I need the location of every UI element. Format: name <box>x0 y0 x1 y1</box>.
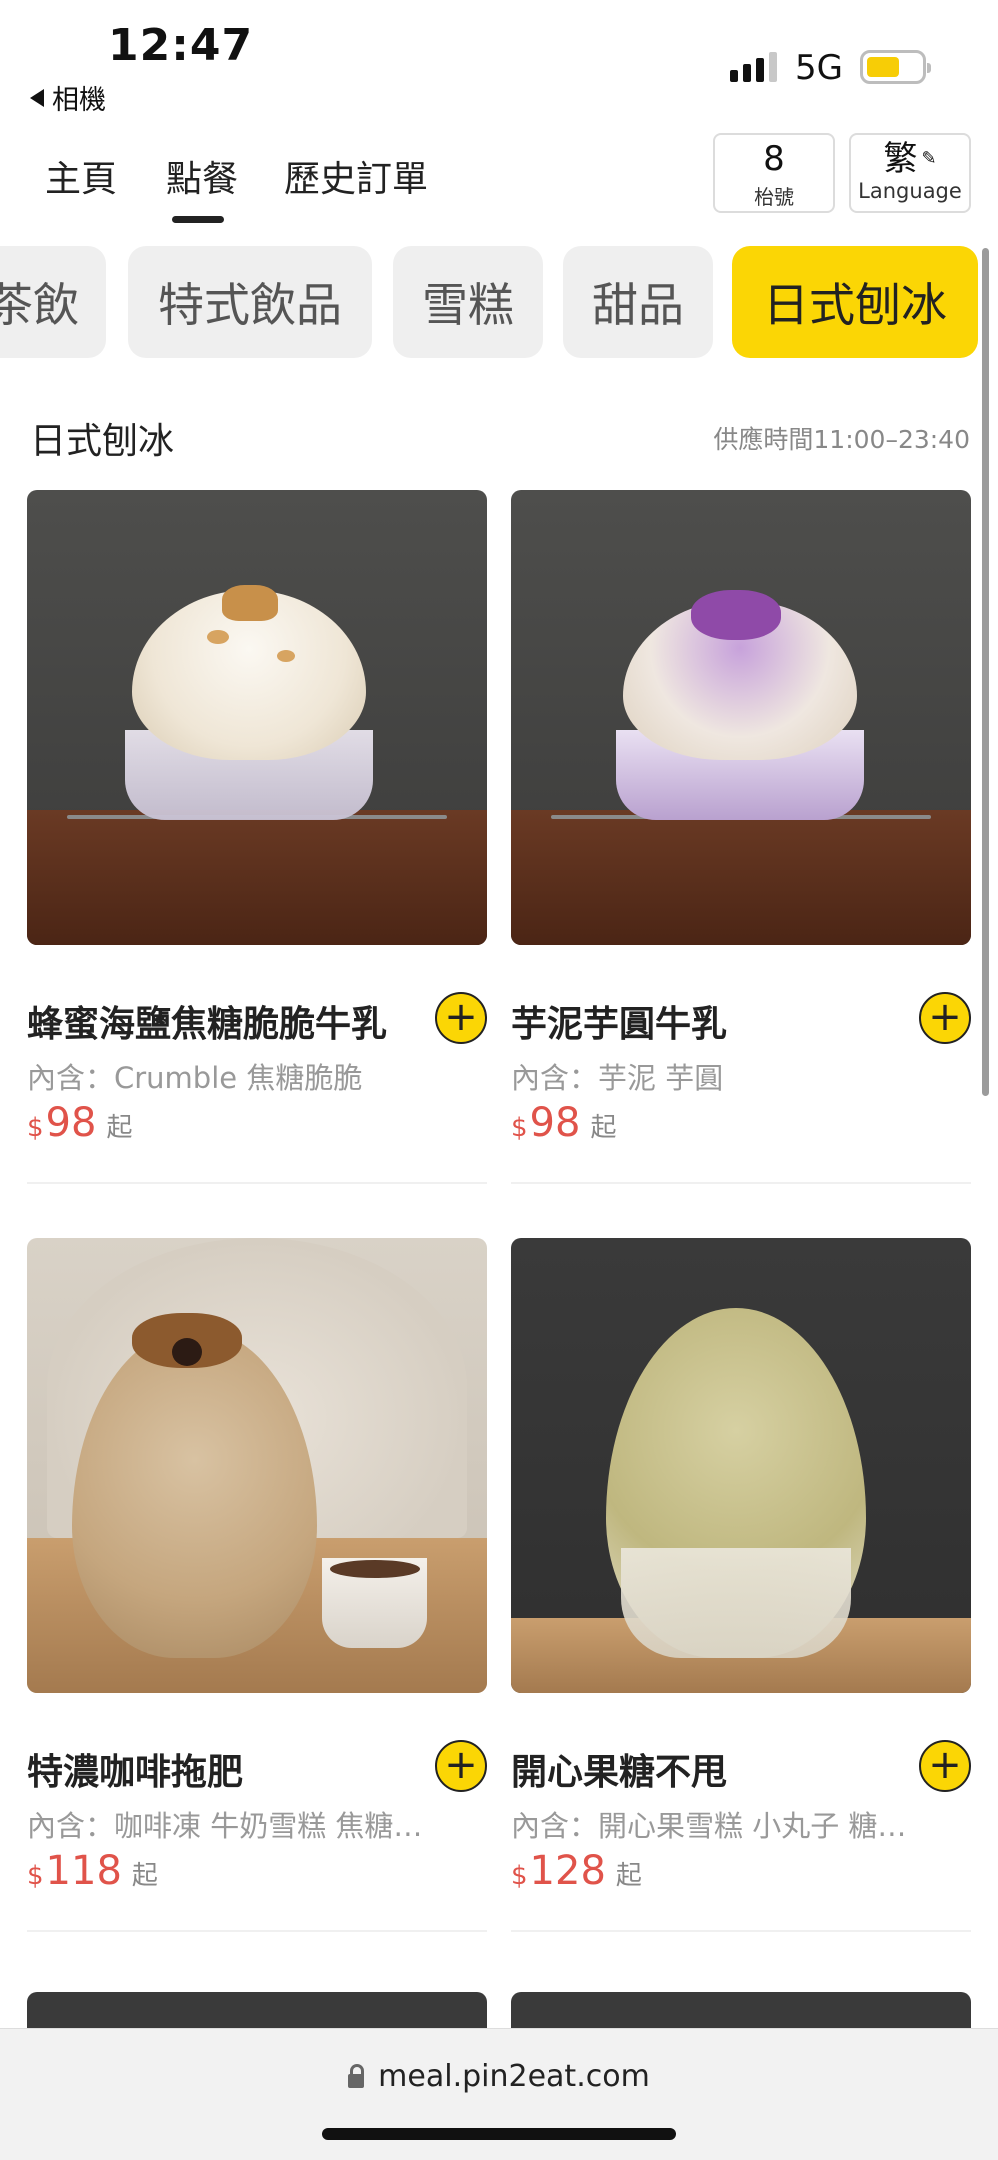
category-japanese-shaved-ice[interactable]: 日式刨冰 <box>732 246 978 358</box>
status-bar: 12:47 相機 5G <box>0 0 998 120</box>
card-divider <box>27 1182 487 1184</box>
back-app-label: 相機 <box>52 85 106 116</box>
product-price: $ 98 起 <box>511 1100 616 1146</box>
network-type: 5G <box>795 48 843 88</box>
price-amount: 98 <box>45 1100 97 1146</box>
section-serving-hours: 供應時間11:00–23:40 <box>713 425 970 454</box>
price-amount: 118 <box>45 1848 122 1894</box>
back-to-app-link[interactable]: 相機 <box>30 78 106 117</box>
product-description: 內含：咖啡凍 牛奶雪糕 焦糖… <box>27 1809 423 1843</box>
price-amount: 98 <box>529 1100 581 1146</box>
product-card[interactable]: 開心果糖不甩 + 內含：開心果雪糕 小丸子 糖… $ 128 起 <box>511 1238 971 1932</box>
back-triangle-icon <box>30 88 44 107</box>
add-to-cart-button[interactable]: + <box>919 1740 971 1792</box>
product-photo[interactable] <box>27 490 487 945</box>
category-tea[interactable]: 茶飲 <box>0 246 106 358</box>
category-bar: 茶飲 特式飲品 雪糕 甜品 日式刨冰 <box>0 246 998 358</box>
browser-url-bar[interactable]: meal.pin2eat.com <box>0 2028 998 2160</box>
product-name: 芋泥芋圓牛乳 <box>511 1004 728 1045</box>
product-price: $ 118 起 <box>27 1848 158 1894</box>
category-special-drinks[interactable]: 特式飲品 <box>128 246 372 358</box>
add-to-cart-button[interactable]: + <box>435 1740 487 1792</box>
battery-icon <box>860 50 931 84</box>
scrollbar[interactable] <box>982 248 989 1096</box>
table-number-label: 枱號 <box>754 185 794 209</box>
product-description: 內含：Crumble 焦糖脆脆 <box>27 1061 363 1095</box>
price-from-label: 起 <box>131 1861 158 1891</box>
price-currency: $ <box>27 1113 44 1143</box>
tab-home[interactable]: 主頁 <box>45 150 117 202</box>
product-description: 內含：開心果雪糕 小丸子 糖… <box>511 1809 907 1843</box>
active-tab-indicator <box>172 216 224 223</box>
product-photo[interactable] <box>27 1238 487 1693</box>
product-price: $ 128 起 <box>511 1848 642 1894</box>
product-name: 特濃咖啡拖肥 <box>27 1752 244 1793</box>
signal-strength-icon <box>730 52 777 82</box>
price-currency: $ <box>27 1861 44 1891</box>
plus-icon: + <box>444 1742 478 1788</box>
price-from-label: 起 <box>106 1113 133 1143</box>
lock-icon <box>348 2063 365 2088</box>
product-name: 開心果糖不甩 <box>511 1752 728 1793</box>
url-text[interactable]: meal.pin2eat.com <box>378 2059 650 2094</box>
product-photo[interactable] <box>511 1238 971 1693</box>
product-description: 內含：芋泥 芋圓 <box>511 1061 724 1095</box>
product-photo[interactable] <box>511 490 971 945</box>
card-divider <box>511 1930 971 1932</box>
add-to-cart-button[interactable]: + <box>919 992 971 1044</box>
plus-icon: + <box>444 994 478 1040</box>
price-currency: $ <box>511 1113 528 1143</box>
price-amount: 128 <box>529 1848 606 1894</box>
table-number: 8 <box>763 139 785 179</box>
product-card[interactable]: 特濃咖啡拖肥 + 內含：咖啡凍 牛奶雪糕 焦糖… $ 118 起 <box>27 1238 487 1932</box>
category-ice-cream[interactable]: 雪糕 <box>393 246 543 358</box>
home-indicator[interactable] <box>322 2128 676 2140</box>
price-from-label: 起 <box>590 1113 617 1143</box>
product-card[interactable]: 蜂蜜海鹽焦糖脆脆牛乳 + 內含：Crumble 焦糖脆脆 $ 98 起 <box>27 490 487 1184</box>
price-currency: $ <box>511 1861 528 1891</box>
category-dessert[interactable]: 甜品 <box>563 246 713 358</box>
add-to-cart-button[interactable]: + <box>435 992 487 1044</box>
edit-pencil-icon: ✎ <box>921 148 937 169</box>
tab-order-history[interactable]: 歷史訂單 <box>284 150 428 202</box>
plus-icon: + <box>928 1742 962 1788</box>
plus-icon: + <box>928 994 962 1040</box>
card-divider <box>511 1182 971 1184</box>
price-from-label: 起 <box>615 1861 642 1891</box>
product-name: 蜂蜜海鹽焦糖脆脆牛乳 <box>27 1004 388 1045</box>
current-language: 繁 <box>883 139 918 179</box>
card-divider <box>27 1930 487 1932</box>
product-card[interactable]: 芋泥芋圓牛乳 + 內含：芋泥 芋圓 $ 98 起 <box>511 490 971 1184</box>
language-switch-button[interactable]: 繁 ✎ Language <box>849 133 971 213</box>
table-number-box[interactable]: 8 枱號 <box>713 133 835 213</box>
section-title: 日式刨冰 <box>30 421 175 462</box>
status-time: 12:47 <box>108 20 254 71</box>
product-price: $ 98 起 <box>27 1100 132 1146</box>
language-label: Language <box>858 179 962 203</box>
tab-order[interactable]: 點餐 <box>166 150 238 202</box>
